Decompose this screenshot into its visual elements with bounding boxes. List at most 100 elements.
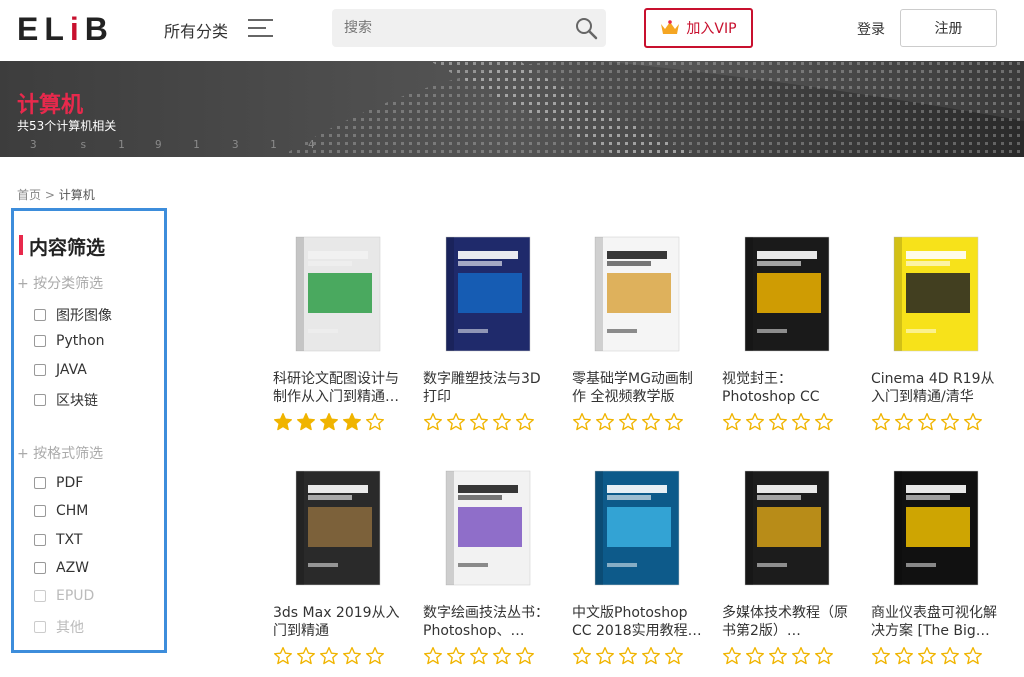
star-icon[interactable] <box>515 412 535 432</box>
filter-option[interactable]: 其他 <box>34 617 84 637</box>
star-icon[interactable] <box>595 646 615 666</box>
star-icon[interactable] <box>273 412 293 432</box>
rating-stars[interactable] <box>722 646 852 666</box>
rating-stars[interactable] <box>722 412 852 432</box>
filter-checkbox[interactable] <box>34 505 46 518</box>
book-title[interactable]: Cinema 4D R19从入门到精通/清华社“… <box>871 370 1001 406</box>
rating-stars[interactable] <box>871 412 1001 432</box>
book-card[interactable]: 数字雕塑技法与3D打印 <box>423 231 553 432</box>
star-icon[interactable] <box>273 646 293 666</box>
book-title[interactable]: 视觉封王：Photoshop CC 20… <box>722 370 852 406</box>
star-icon[interactable] <box>871 412 891 432</box>
star-icon[interactable] <box>871 646 891 666</box>
star-icon[interactable] <box>745 412 765 432</box>
filter-checkbox[interactable] <box>34 561 46 574</box>
star-icon[interactable] <box>618 646 638 666</box>
book-card[interactable]: 视觉封王：Photoshop CC 20… <box>722 231 852 432</box>
star-icon[interactable] <box>342 646 362 666</box>
star-icon[interactable] <box>641 412 661 432</box>
filter-option[interactable]: AZW <box>34 560 89 576</box>
filter-checkbox[interactable] <box>34 335 46 348</box>
book-card[interactable]: 3ds Max 2019从入门到精通 <box>273 465 403 666</box>
book-title[interactable]: 3ds Max 2019从入门到精通 <box>273 604 403 640</box>
filter-checkbox[interactable] <box>34 533 46 546</box>
star-icon[interactable] <box>515 646 535 666</box>
search-input[interactable] <box>332 9 562 47</box>
filter-option[interactable]: TXT <box>34 532 82 548</box>
filter-checkbox[interactable] <box>34 309 46 321</box>
hamburger-menu-icon[interactable] <box>248 19 273 39</box>
rating-stars[interactable] <box>572 646 702 666</box>
star-icon[interactable] <box>791 646 811 666</box>
filter-option[interactable]: 图形图像 <box>34 305 112 325</box>
star-icon[interactable] <box>572 646 592 666</box>
book-title[interactable]: 商业仪表盘可视化解决方案 [The Big… <box>871 604 1001 640</box>
book-cover[interactable] <box>722 231 852 356</box>
book-cover[interactable] <box>572 231 702 356</box>
star-icon[interactable] <box>894 646 914 666</box>
book-card[interactable]: 多媒体技术教程（原书第2版）… <box>722 465 852 666</box>
book-cover[interactable] <box>423 465 553 590</box>
star-icon[interactable] <box>917 412 937 432</box>
all-categories-link[interactable]: 所有分类 <box>164 18 228 42</box>
star-icon[interactable] <box>814 646 834 666</box>
rating-stars[interactable] <box>273 412 403 432</box>
star-icon[interactable] <box>664 412 684 432</box>
star-icon[interactable] <box>894 412 914 432</box>
book-title[interactable]: 数字雕塑技法与3D打印 <box>423 370 553 406</box>
star-icon[interactable] <box>469 412 489 432</box>
rating-stars[interactable] <box>423 646 553 666</box>
star-icon[interactable] <box>319 412 339 432</box>
filter-option[interactable]: EPUD <box>34 588 94 604</box>
book-cover[interactable] <box>722 465 852 590</box>
star-icon[interactable] <box>917 646 937 666</box>
star-icon[interactable] <box>296 646 316 666</box>
book-title[interactable]: 数字绘画技法丛书：Photoshop、… <box>423 604 553 640</box>
star-icon[interactable] <box>768 412 788 432</box>
star-icon[interactable] <box>595 412 615 432</box>
star-icon[interactable] <box>446 412 466 432</box>
star-icon[interactable] <box>745 646 765 666</box>
rating-stars[interactable] <box>423 412 553 432</box>
book-cover[interactable] <box>273 465 403 590</box>
filter-checkbox[interactable] <box>34 620 46 633</box>
category-filter-toggle[interactable]: + 按分类筛选 <box>17 273 103 293</box>
star-icon[interactable] <box>296 412 316 432</box>
join-vip-button[interactable]: 加入VIP <box>644 8 753 48</box>
star-icon[interactable] <box>365 412 385 432</box>
star-icon[interactable] <box>940 412 960 432</box>
format-filter-toggle[interactable]: + 按格式筛选 <box>17 443 103 463</box>
book-title[interactable]: 多媒体技术教程（原书第2版）… <box>722 604 852 640</box>
book-cover[interactable] <box>871 231 1001 356</box>
book-card[interactable]: 商业仪表盘可视化解决方案 [The Big… <box>871 465 1001 666</box>
login-link[interactable]: 登录 <box>857 19 885 39</box>
star-icon[interactable] <box>664 646 684 666</box>
book-cover[interactable] <box>273 231 403 356</box>
book-card[interactable]: 科研论文配图设计与制作从入门到精通… <box>273 231 403 432</box>
star-icon[interactable] <box>469 646 489 666</box>
rating-stars[interactable] <box>273 646 403 666</box>
book-card[interactable]: 数字绘画技法丛书：Photoshop、… <box>423 465 553 666</box>
register-button[interactable]: 注册 <box>900 9 997 47</box>
star-icon[interactable] <box>722 646 742 666</box>
filter-checkbox[interactable] <box>34 393 46 406</box>
star-icon[interactable] <box>446 646 466 666</box>
rating-stars[interactable] <box>871 646 1001 666</box>
star-icon[interactable] <box>791 412 811 432</box>
star-icon[interactable] <box>423 412 443 432</box>
filter-option[interactable]: PDF <box>34 475 83 491</box>
star-icon[interactable] <box>423 646 443 666</box>
rating-stars[interactable] <box>572 412 702 432</box>
book-card[interactable]: 零基础学MG动画制作 全视频教学版 <box>572 231 702 432</box>
star-icon[interactable] <box>492 646 512 666</box>
filter-checkbox[interactable] <box>34 363 46 376</box>
filter-option[interactable]: CHM <box>34 503 88 519</box>
filter-option[interactable]: Python <box>34 333 105 349</box>
book-title[interactable]: 中文版Photoshop CC 2018实用教程… <box>572 604 702 640</box>
star-icon[interactable] <box>492 412 512 432</box>
star-icon[interactable] <box>963 646 983 666</box>
star-icon[interactable] <box>319 646 339 666</box>
star-icon[interactable] <box>722 412 742 432</box>
star-icon[interactable] <box>572 412 592 432</box>
star-icon[interactable] <box>963 412 983 432</box>
